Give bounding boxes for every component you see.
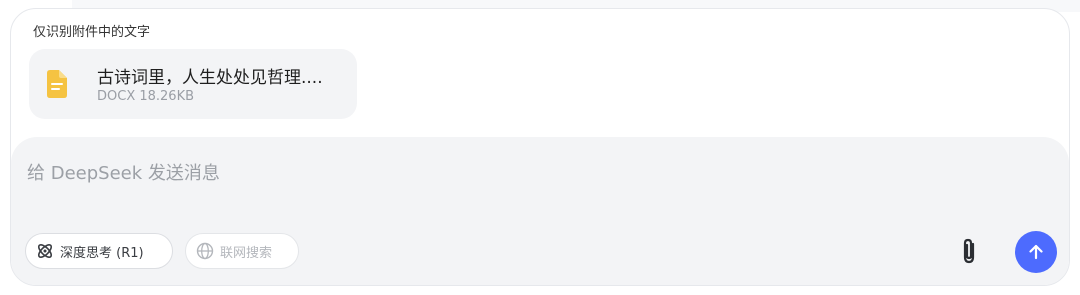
attachment-file-card[interactable]: 古诗词里，人生处处见哲理.... DOCX 18.26KB xyxy=(29,49,357,119)
file-meta: DOCX 18.26KB xyxy=(97,89,195,104)
web-search-toggle[interactable]: 联网搜索 xyxy=(185,233,299,269)
attachment-notice: 仅识别附件中的文字 xyxy=(33,25,151,40)
message-composer: 仅识别附件中的文字 古诗词里，人生处处见哲理.... DOCX 18.26KB … xyxy=(10,8,1070,286)
globe-icon xyxy=(196,242,214,260)
arrow-up-icon xyxy=(1029,244,1043,260)
message-input[interactable]: 给 DeepSeek 发送消息 xyxy=(27,159,220,185)
deep-think-toggle[interactable]: 深度思考 (R1) xyxy=(25,233,173,269)
send-button[interactable] xyxy=(1015,231,1057,273)
web-search-label: 联网搜索 xyxy=(220,245,273,261)
deep-think-icon xyxy=(37,243,53,259)
paperclip-icon[interactable] xyxy=(959,237,979,265)
document-icon xyxy=(47,70,67,98)
file-name: 古诗词里，人生处处见哲理.... xyxy=(97,68,323,88)
deep-think-label: 深度思考 (R1) xyxy=(60,245,144,261)
message-input-area[interactable]: 给 DeepSeek 发送消息 深度思考 (R1) 联网搜索 xyxy=(11,137,1069,285)
